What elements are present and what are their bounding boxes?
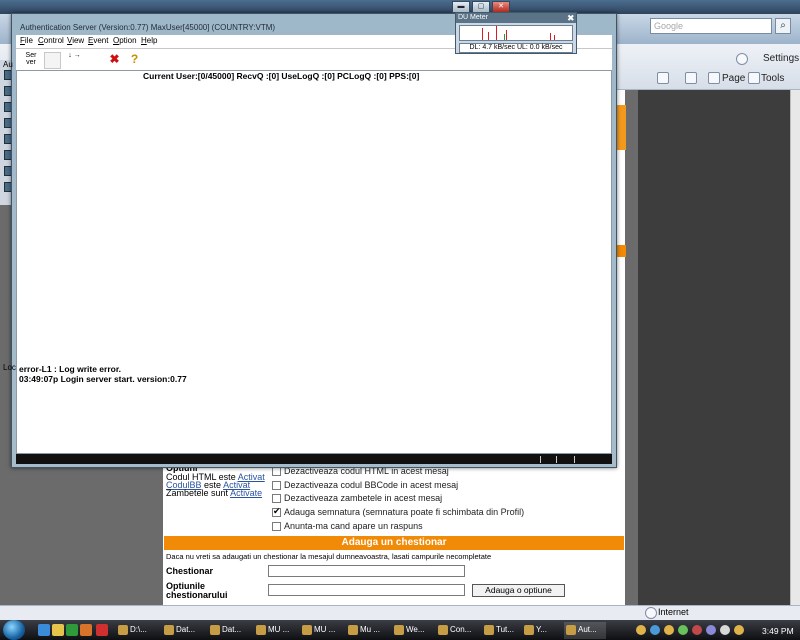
poll-options-label-2: chestionarului — [166, 590, 228, 600]
taskbar-button[interactable]: We... — [392, 622, 434, 639]
side-label: Loc — [3, 363, 16, 372]
blank-button[interactable] — [44, 52, 61, 69]
taskbar-button[interactable]: Y... — [522, 622, 562, 639]
checkbox-label: Dezactiveaza codul BBCode in acest mesaj — [284, 480, 459, 490]
tools-menu[interactable]: Tools — [761, 73, 784, 84]
du-traffic-bar — [504, 34, 505, 40]
server-button[interactable]: Ser ver — [22, 52, 40, 69]
menu-option[interactable]: Option — [113, 36, 137, 45]
stop-icon[interactable]: ✖ — [106, 52, 123, 69]
taskbar-button[interactable]: Tut... — [482, 622, 520, 639]
network-icon[interactable] — [720, 625, 730, 635]
firefox-icon[interactable] — [80, 624, 92, 636]
poll-question-label: Chestionar — [166, 566, 214, 576]
tray-icon[interactable] — [636, 625, 646, 635]
menu-view[interactable]: View — [67, 36, 84, 45]
feeds-icon[interactable] — [657, 72, 669, 84]
browser-scrollbar[interactable] — [790, 90, 800, 605]
poll-option-input[interactable] — [268, 584, 465, 596]
server-status-line: Current User:[0/45000] RecvQ :[0] UseLog… — [143, 71, 420, 81]
auth-window-title: Authentication Server (Version:0.77) Max… — [20, 23, 276, 32]
show-desktop-icon[interactable] — [38, 624, 50, 636]
arrows-button[interactable]: ↓ → — [66, 52, 83, 69]
taskbar-button[interactable]: MU ... — [300, 622, 344, 639]
tray-icon[interactable] — [692, 625, 702, 635]
statusbar-divider — [540, 456, 541, 463]
poll-hint: Daca nu vreti sa adaugati un chestionar … — [166, 552, 492, 561]
tray-icon[interactable] — [678, 625, 688, 635]
checkbox-disable-html[interactable] — [272, 467, 281, 476]
app-icon[interactable] — [66, 624, 78, 636]
taskbar-button[interactable]: MU ... — [254, 622, 298, 639]
taskbar-button[interactable]: Aut... — [564, 622, 606, 639]
taskbar-button[interactable]: Dat... — [208, 622, 252, 639]
du-readout: DL: 4.7 kB/sec UL: 0.0 kB/sec — [459, 43, 573, 53]
browser-search-input[interactable]: Google — [650, 18, 772, 34]
add-option-button[interactable]: Adauga o optiune — [472, 584, 565, 597]
explorer-icon[interactable] — [52, 624, 64, 636]
checkbox-label: Adauga semnatura (semnatura poate fi sch… — [284, 507, 525, 517]
checkbox-add-signature[interactable] — [272, 506, 281, 517]
tools-icon[interactable] — [748, 72, 760, 84]
volume-icon[interactable] — [734, 625, 744, 635]
help-icon[interactable]: ? — [126, 52, 143, 69]
du-traffic-bar — [550, 33, 551, 40]
page-menu[interactable]: Page — [722, 73, 745, 84]
du-traffic-graph — [459, 25, 573, 41]
start-button[interactable] — [3, 620, 25, 640]
auth-log-area: Current User:[0/45000] RecvQ :[0] UseLog… — [16, 70, 612, 454]
du-meter-widget[interactable]: DU Meter ✖ DL: 4.7 kB/sec UL: 0.0 kB/sec — [455, 12, 577, 54]
auth-statusbar — [16, 454, 612, 464]
close-icon[interactable]: ✖ — [567, 13, 575, 24]
tray-icon[interactable] — [706, 625, 716, 635]
smilies-status-label: Zambetele sunt — [166, 488, 229, 498]
taskbar-clock[interactable]: 3:49 PM — [762, 626, 794, 636]
auth-server-window: Authentication Server (Version:0.77) Max… — [11, 1, 617, 468]
log-line: 03:49:07p Login server start. version:0.… — [19, 374, 187, 384]
tray-icon[interactable] — [664, 625, 674, 635]
menu-file[interactable]: File — [20, 36, 33, 45]
app-icon[interactable] — [96, 624, 108, 636]
poll-header: Adauga un chestionar — [164, 536, 624, 550]
statusbar-divider — [556, 456, 557, 463]
taskbar-button[interactable]: Con... — [436, 622, 480, 639]
menu-help[interactable]: Help — [141, 36, 157, 45]
checkbox-disable-bbcode[interactable] — [272, 481, 281, 490]
search-icon[interactable]: ⌕ — [775, 18, 791, 34]
taskbar-button[interactable]: Dat... — [162, 622, 206, 639]
print-icon[interactable] — [685, 72, 697, 84]
smilies-status: Zambetele sunt Activate — [166, 488, 262, 498]
settings-menu[interactable]: Settings — [763, 53, 799, 64]
checkbox-disable-smilies[interactable] — [272, 494, 281, 503]
right-panel — [638, 90, 800, 605]
taskbar-button[interactable]: Mu ... — [346, 622, 390, 639]
globe-icon — [645, 607, 657, 619]
menu-control[interactable]: Control — [38, 36, 64, 45]
checkbox-label: Dezactiveaza zambetele in acest mesaj — [284, 493, 443, 503]
menu-event[interactable]: Event — [88, 36, 108, 45]
checkbox-notify-reply[interactable] — [272, 522, 281, 531]
smilies-status-link[interactable]: Activate — [230, 488, 262, 498]
page-icon[interactable] — [708, 72, 720, 84]
status-zone: Internet — [658, 607, 689, 617]
gear-icon[interactable] — [736, 53, 748, 65]
du-title: DU Meter — [458, 14, 488, 21]
poll-question-input[interactable] — [268, 565, 465, 577]
statusbar-divider — [574, 456, 575, 463]
checkbox-label: Anunta-ma cand apare un raspuns — [284, 521, 423, 531]
du-traffic-bar — [482, 28, 483, 40]
tray-icon[interactable] — [650, 625, 660, 635]
du-traffic-bar — [496, 26, 497, 40]
du-traffic-bar — [554, 35, 555, 40]
log-line: error-L1 : Log write error. — [19, 364, 122, 374]
side-label: Au — [3, 60, 13, 69]
du-traffic-bar — [488, 32, 489, 40]
du-traffic-bar — [506, 30, 507, 40]
taskbar-button[interactable]: D:\... — [116, 622, 160, 639]
